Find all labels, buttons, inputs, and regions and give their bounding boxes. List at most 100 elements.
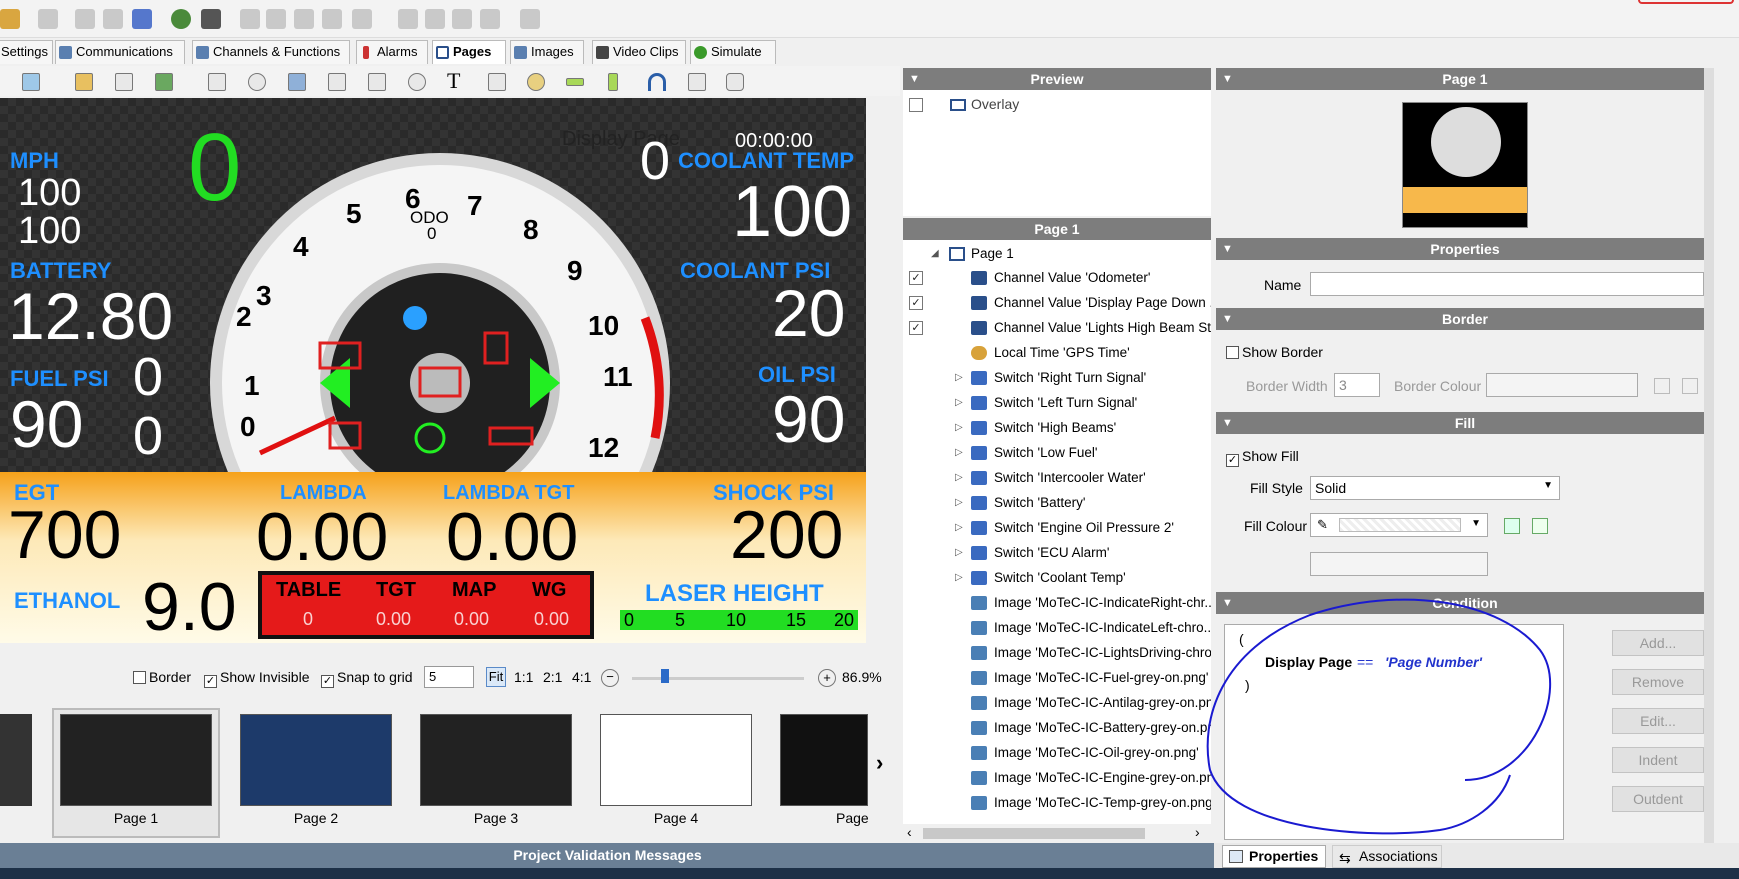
history-icon[interactable]: [132, 9, 152, 29]
preview-header[interactable]: ▼ Preview: [903, 68, 1211, 90]
tree-item[interactable]: Image 'MoTeC-IC-IndicateRight-chr...: [903, 591, 1211, 615]
border-colour-select[interactable]: [1486, 373, 1638, 397]
edit-condition-button[interactable]: Edit...: [1612, 708, 1704, 734]
vertical-bar-tool-icon[interactable]: [608, 73, 618, 91]
tree-item[interactable]: Image 'MoTeC-IC-Fuel-grey-on.png': [903, 666, 1211, 690]
tree-item[interactable]: ▷ Switch 'Engine Oil Pressure 2': [903, 516, 1211, 540]
properties-scrollbar[interactable]: [1704, 68, 1714, 843]
save-icon[interactable]: [38, 9, 58, 29]
tab-channels-functions[interactable]: Channels & Functions: [192, 40, 350, 64]
zoom-1-1-button[interactable]: 1:1: [514, 669, 533, 685]
component-icon[interactable]: [115, 73, 133, 91]
properties-icon[interactable]: [322, 9, 342, 29]
indent-condition-button[interactable]: Indent: [1612, 747, 1704, 773]
zoom-slider[interactable]: [632, 677, 804, 680]
visibility-checkbox[interactable]: ✓: [909, 321, 923, 335]
collapse-arrow-icon[interactable]: ◢: [931, 242, 939, 266]
move-bottom-icon[interactable]: [480, 9, 500, 29]
zoom-out-icon[interactable]: −: [601, 669, 619, 687]
move-down-icon[interactable]: [452, 9, 472, 29]
display-icon[interactable]: [201, 9, 221, 29]
expand-arrow-icon[interactable]: ▷: [955, 466, 963, 490]
thumbnail-page-1[interactable]: [60, 714, 212, 806]
expand-arrow-icon[interactable]: ▷: [955, 516, 963, 540]
tree-item[interactable]: Image 'MoTeC-IC-Battery-grey-on.png': [903, 716, 1211, 740]
tree-item[interactable]: ✓ Channel Value 'Display Page Down ...: [903, 291, 1211, 315]
check-icon[interactable]: [171, 9, 191, 29]
fill-header[interactable]: ▼ Fill: [1216, 412, 1714, 434]
expand-arrow-icon[interactable]: ▷: [955, 491, 963, 515]
channel-value-tool-icon[interactable]: [488, 73, 506, 91]
thumbnail-page-3[interactable]: [420, 714, 572, 806]
image-array-icon[interactable]: [328, 73, 346, 91]
fill-colour-select[interactable]: ✎ ▼: [1310, 513, 1488, 537]
tree-item[interactable]: Local Time 'GPS Time': [903, 341, 1211, 365]
name-input[interactable]: [1310, 272, 1704, 296]
tree-item[interactable]: Image 'MoTeC-IC-Temp-grey-on.png': [903, 791, 1211, 815]
expand-arrow-icon[interactable]: ▷: [955, 416, 963, 440]
tab-video-clips[interactable]: Video Clips: [592, 40, 686, 64]
image-tool-icon[interactable]: [288, 73, 306, 91]
undo-icon[interactable]: [75, 9, 95, 29]
scroll-left-icon[interactable]: ‹: [907, 824, 912, 840]
bar-tool-icon[interactable]: [566, 78, 584, 86]
tab-associations[interactable]: ⇆ Associations: [1332, 845, 1442, 868]
close-button-edge[interactable]: [1638, 0, 1734, 4]
ellipse-icon[interactable]: [248, 73, 266, 91]
expand-arrow-icon[interactable]: ▷: [955, 541, 963, 565]
border-width-stepper[interactable]: 3: [1334, 373, 1380, 397]
tree-item[interactable]: Image 'MoTeC-IC-Antilag-grey-on.png': [903, 691, 1211, 715]
tree-item[interactable]: ▷ Switch 'Coolant Temp': [903, 566, 1211, 590]
tree-item[interactable]: Image 'MoTeC-IC-Oil-grey-on.png': [903, 741, 1211, 765]
film-tool-icon[interactable]: [368, 73, 386, 91]
table-tool-icon[interactable]: [688, 73, 706, 91]
tree-item[interactable]: Image 'MoTeC-IC-IndicateLeft-chro...: [903, 616, 1211, 640]
show-border-checkbox[interactable]: Show Border: [1226, 344, 1323, 360]
edit-colour-icon[interactable]: [1532, 518, 1548, 534]
thumbnail-page-5[interactable]: [780, 714, 868, 806]
delete-icon[interactable]: [352, 9, 372, 29]
tree-item[interactable]: ✓ Channel Value 'Lights High Beam St...: [903, 316, 1211, 340]
arc-tool-icon[interactable]: [648, 73, 666, 91]
tree-horizontal-scrollbar[interactable]: ‹ ›: [903, 824, 1211, 843]
scroll-right-icon[interactable]: ›: [1195, 824, 1200, 840]
add-condition-button[interactable]: Add...: [1612, 630, 1704, 656]
chevron-right-icon[interactable]: ›: [876, 750, 883, 776]
visibility-checkbox[interactable]: ✓: [909, 296, 923, 310]
thermometer-tool-icon[interactable]: [726, 73, 744, 91]
outdent-condition-button[interactable]: Outdent: [1612, 786, 1704, 812]
open-icon[interactable]: [0, 9, 20, 29]
fill-colour-2-select[interactable]: [1310, 552, 1488, 576]
move-up-icon[interactable]: [425, 9, 445, 29]
show-fill-checkbox[interactable]: ✓ Show Fill: [1226, 448, 1299, 467]
fill-style-select[interactable]: Solid ▼: [1310, 476, 1560, 500]
validation-messages-bar[interactable]: Project Validation Messages: [0, 843, 1215, 868]
expand-arrow-icon[interactable]: ▷: [955, 391, 963, 415]
thumbnail-partial[interactable]: [0, 714, 32, 806]
tree-item[interactable]: ✓ Channel Value 'Odometer': [903, 266, 1211, 290]
show-invisible-checkbox[interactable]: ✓ Show Invisible: [204, 669, 310, 688]
border-checkbox[interactable]: Border: [133, 669, 191, 685]
separator-icon[interactable]: [520, 9, 540, 29]
tree-item[interactable]: ▷ Switch 'Right Turn Signal': [903, 366, 1211, 390]
zoom-fit-button[interactable]: Fit: [486, 667, 506, 687]
expand-arrow-icon[interactable]: ▷: [955, 566, 963, 590]
properties-header[interactable]: ▼ Properties: [1216, 238, 1714, 260]
tree-item[interactable]: ▷ Switch 'Left Turn Signal': [903, 391, 1211, 415]
tab-settings[interactable]: Settings: [0, 40, 53, 64]
page-canvas[interactable]: 0 1 2 3 4 5 6 7 8 9 10 11 12 ODO 0 Displ…: [0, 98, 866, 643]
zoom-slider-thumb[interactable]: [661, 669, 669, 683]
rectangle-icon[interactable]: [208, 73, 226, 91]
copy-icon[interactable]: [266, 9, 286, 29]
thumbnail-page-2[interactable]: [240, 714, 392, 806]
zoom-in-icon[interactable]: +: [818, 669, 836, 687]
redo-icon[interactable]: [103, 9, 123, 29]
text-tool-icon[interactable]: T: [447, 68, 460, 94]
calendar-icon[interactable]: [155, 73, 173, 91]
tab-communications[interactable]: Communications: [55, 40, 185, 64]
tree-item[interactable]: ▷ Switch 'Battery': [903, 491, 1211, 515]
thumbnail-page-4[interactable]: [600, 714, 752, 806]
gauge-icon[interactable]: [408, 73, 426, 91]
cut-icon[interactable]: [240, 9, 260, 29]
move-top-icon[interactable]: [398, 9, 418, 29]
